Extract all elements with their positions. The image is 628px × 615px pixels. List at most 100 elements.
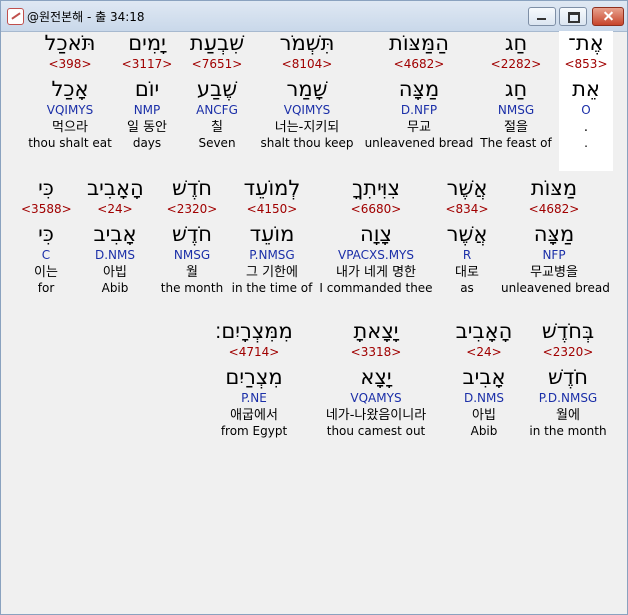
hebrew-word: כִּי [38,176,54,200]
hebrew-word: אֶת־ [568,31,604,55]
morphology: D.NMS [463,391,504,405]
word-cell[interactable]: תִּשְׁמֹר <8104> שָׁמַר VQIMYS 너는-지키되 sh… [257,31,357,151]
word-cell[interactable]: בְּחֹדֶשׁ <2320> חֹדֶשׁ P.D.NMSG 월에 in t… [527,319,609,439]
strong-number[interactable]: <3117> [119,57,175,71]
hebrew-word: יָמִים [128,31,166,55]
english-gloss: the month [160,281,224,295]
english-gloss: Abib [470,424,498,438]
word-cell[interactable]: יָמִים <3117> יוֹם NMP 일 동안 days [119,31,175,151]
english-gloss: I commanded thee [319,281,433,295]
english-gloss: The feast of [480,136,552,150]
strong-number[interactable]: <4682> [363,57,475,71]
window-title: @원전본해 - 출 34:18 [27,10,145,24]
hebrew-word: הָאָבִיב [87,176,144,200]
title-bar[interactable]: @원전본해 - 출 34:18 [1,1,627,32]
word-cell[interactable]: אֲשֶׁר <834> אֲשֶׁר R 대로 as [437,176,497,296]
morphology: D.NMS [94,248,135,262]
korean-gloss: . [583,120,589,135]
lemma: אָכַל [51,77,89,101]
lemma: מַצָּה [533,222,575,246]
strong-number[interactable]: <7651> [185,57,249,71]
word-cell[interactable]: תֹּאכַל <398> אָכַל VQIMYS 먹으라 thou shal… [25,31,115,151]
lemma: חֹדֶשׁ [171,222,213,246]
strong-number[interactable]: <2282> [471,57,561,71]
morphology: C [41,248,51,262]
hebrew-word: תִּשְׁמֹר [279,31,335,55]
word-cell[interactable]: צִוִּיתִךָ <6680> צָוָה VPACXS.MYS 내가 네게… [319,176,433,296]
morphology: VPACXS.MYS [337,248,414,262]
word-cell[interactable]: כִּי <3588> כִּי C 이는 for [21,176,72,296]
english-gloss: as [460,281,474,295]
word-cell[interactable]: הַמַּצּוֹת <4682> מַצָּה D.NFP 무교 unleav… [363,31,475,151]
hebrew-word: מַצּוֹת [530,176,578,200]
strong-number[interactable]: <4714> [207,345,301,359]
korean-gloss: 일 동안 [126,120,167,135]
morphology: D.NFP [400,103,438,117]
strong-number[interactable]: <4682> [501,202,607,216]
hebrew-word: חַג [504,31,528,55]
strong-number[interactable]: <8104> [257,57,357,71]
app-icon[interactable] [7,8,24,25]
english-gloss: from Egypt [220,424,288,438]
lemma: צָוָה [360,222,392,246]
strong-number[interactable]: <2320> [527,345,609,359]
english-gloss: thou shalt eat [28,136,112,150]
strong-number[interactable]: <398> [25,57,115,71]
english-gloss: in the month [529,424,607,438]
hebrew-word: הָאָבִיב [455,319,513,343]
strong-number[interactable]: <2320> [159,202,225,216]
strong-number[interactable]: <853> [559,57,613,71]
lemma: כִּי [38,222,54,246]
morphology: R [462,248,472,262]
strong-number[interactable]: <3588> [21,202,72,216]
hebrew-word: בְּחֹדֶשׁ [541,319,595,343]
word-cell[interactable]: מַצּוֹת <4682> מַצָּה NFP 무교병을 unleavene… [501,176,610,296]
strong-number[interactable]: <24> [449,345,519,359]
strong-number[interactable]: <3318> [313,345,439,359]
lemma: שֶׁבַע [196,77,238,101]
morphology: VQAMYS [350,391,402,405]
korean-gloss: 월 [186,265,198,280]
strong-number[interactable]: <24> [87,202,143,216]
word-cell[interactable]: אֶת־ <853> אֵת O . . [559,31,613,171]
morphology: O [581,103,591,117]
strong-number[interactable]: <6680> [319,202,433,216]
english-gloss: in the time of [231,281,313,295]
korean-gloss: 월에 [556,408,580,423]
morphology: NMSG [173,248,211,262]
minimize-button[interactable] [528,7,556,26]
morphology: VQIMYS [46,103,94,117]
word-cell[interactable]: שִׁבְעַת <7651> שֶׁבַע ANCFG 칠 Seven [185,31,249,151]
word-cell[interactable]: חַג <2282> חַג NMSG 절을 The feast of [471,31,561,151]
word-cell[interactable]: הָאָבִיב <24> אָבִיב D.NMS 아빕 Abib [449,319,519,439]
hebrew-word: צִוִּיתִךָ [352,176,400,200]
hebrew-word: הַמַּצּוֹת [389,31,449,55]
lemma: אֵת [572,77,600,101]
korean-gloss: 애굽에서 [230,408,278,423]
korean-gloss: 대로 [455,265,479,280]
strong-number[interactable]: <4150> [231,202,313,216]
english-gloss: Abib [101,281,129,295]
app-window: @원전본해 - 출 34:18 אֶת־ <853> אֵת O . . חַג… [0,0,628,615]
lemma: אָבִיב [462,365,506,389]
english-gloss: days [132,136,162,150]
morphology: ANCFG [196,103,238,117]
lemma: מַצָּה [398,77,440,101]
hebrew-word: מִמִּצְרָיִם׃ [215,319,293,343]
word-cell[interactable]: מִמִּצְרָיִם׃ <4714> מִצְרַיִם P.NE 애굽에서… [207,319,301,439]
close-button[interactable] [592,7,624,26]
lemma: שָׁמַר [286,77,328,101]
word-cell[interactable]: לְמוֹעֵד <4150> מוֹעֵד P.NMSG 그 기한에 in t… [231,176,313,296]
maximize-button[interactable] [559,7,587,26]
morphology: P.NE [241,391,267,405]
hebrew-word: יָצָאתָ [353,319,399,343]
word-cell[interactable]: הָאָבִיב <24> אָבִיב D.NMS 아빕 Abib [87,176,144,296]
morphology: P.D.NMSG [538,391,598,405]
hebrew-word: אֲשֶׁר [446,176,488,200]
english-gloss: unleavened bread [364,136,474,150]
word-cell[interactable]: יָצָאתָ <3318> יָצָא VQAMYS 네가-나왔음이니라 th… [313,319,439,439]
word-cell[interactable]: חֹדֶשׁ <2320> חֹדֶשׁ NMSG 월 the month [159,176,225,296]
strong-number[interactable]: <834> [437,202,497,216]
korean-gloss: 먹으라 [52,120,88,135]
english-gloss: shalt thou keep [260,136,354,150]
